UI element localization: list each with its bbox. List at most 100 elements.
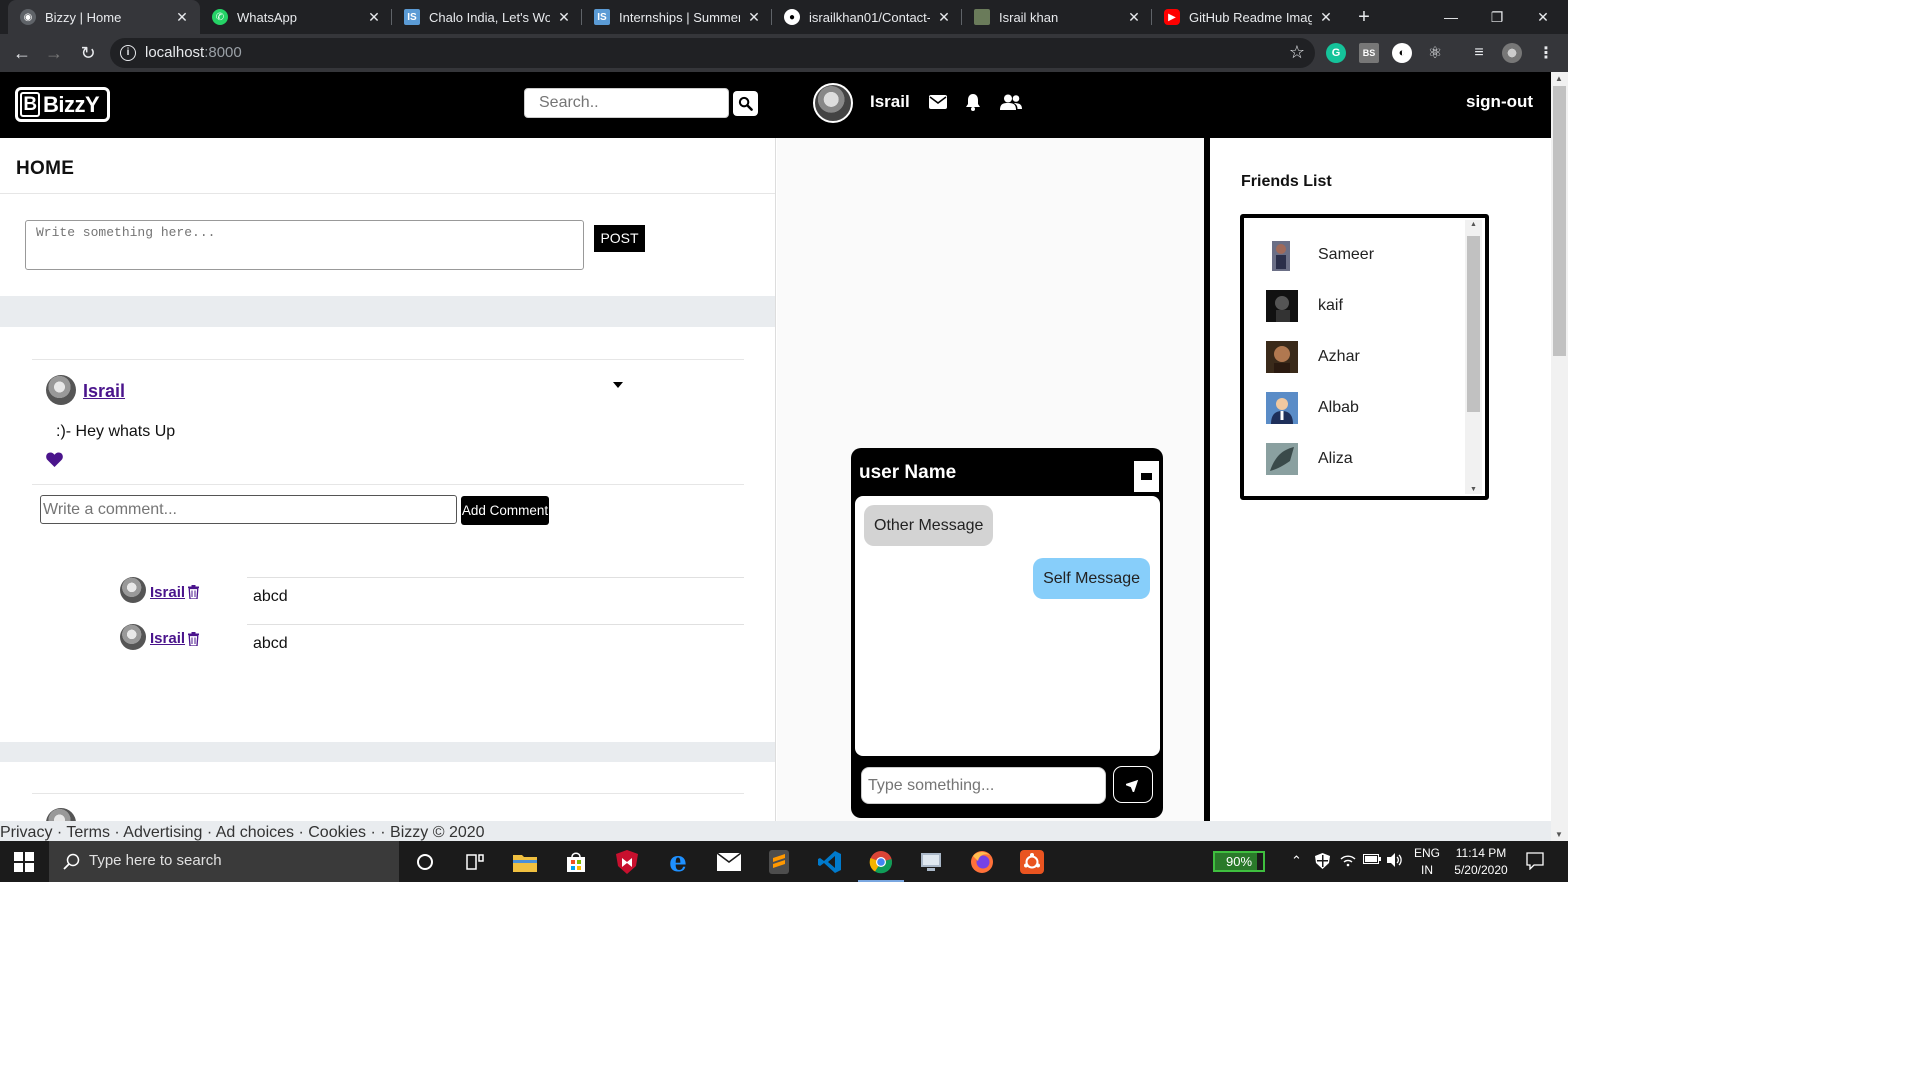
battery-indicator[interactable]: 90% — [1213, 851, 1265, 872]
chrome-icon[interactable] — [858, 847, 904, 882]
comment-input[interactable] — [40, 495, 457, 524]
send-button[interactable] — [1113, 766, 1153, 803]
notifications-button[interactable] — [961, 90, 985, 114]
battery-icon[interactable] — [1363, 853, 1381, 868]
react-devtools-icon[interactable]: ⚛ — [1425, 43, 1445, 63]
tab-israil-khan[interactable]: Israil khan ✕ — [962, 0, 1152, 34]
post-author-link[interactable]: Israil — [83, 381, 125, 402]
friend-item[interactable]: kaif — [1266, 290, 1343, 322]
menu-icon[interactable]: ⋮ — [1536, 43, 1556, 63]
bookmark-star-icon[interactable]: ☆ — [1289, 42, 1305, 63]
microsoft-store-icon[interactable] — [561, 847, 591, 877]
messages-button[interactable] — [926, 90, 950, 114]
comment-author-avatar[interactable] — [120, 624, 146, 650]
comment-author-link[interactable]: Israil — [150, 630, 185, 647]
friend-item[interactable]: Sameer — [1266, 239, 1374, 271]
trash-icon[interactable] — [188, 585, 199, 599]
chat-minimize-button[interactable] — [1133, 460, 1160, 493]
tab-internships[interactable]: IS Internships | Summer In ✕ — [582, 0, 772, 34]
firefox-icon[interactable] — [967, 847, 997, 877]
close-icon[interactable]: ✕ — [1318, 9, 1334, 26]
notification-center-icon[interactable] — [1526, 852, 1544, 870]
comment-author-link[interactable]: Israil — [150, 584, 185, 601]
user-avatar[interactable] — [813, 83, 853, 123]
chat-input[interactable] — [861, 767, 1106, 804]
new-tab-button[interactable]: + — [1352, 5, 1376, 29]
post-button[interactable]: POST — [594, 225, 645, 252]
close-icon[interactable]: ✕ — [556, 9, 572, 26]
nav-user-name[interactable]: Israil — [870, 92, 910, 112]
mcafee-icon[interactable] — [612, 847, 642, 877]
post-author-avatar[interactable] — [46, 808, 76, 821]
site-footer[interactable]: Privacy · Terms · Advertising · Ad choic… — [0, 821, 1551, 841]
close-icon[interactable]: ✕ — [936, 9, 952, 26]
friend-item[interactable]: Aliza — [1266, 443, 1353, 475]
scroll-down-icon[interactable]: ▼ — [1555, 830, 1563, 839]
friend-avatar — [1266, 443, 1298, 475]
friend-avatar — [1266, 290, 1298, 322]
sublime-text-icon[interactable] — [764, 847, 794, 877]
volume-icon[interactable] — [1387, 853, 1403, 870]
like-button[interactable] — [46, 452, 63, 472]
scroll-up-icon[interactable]: ▲ — [1555, 74, 1563, 83]
close-icon[interactable]: ✕ — [174, 9, 190, 26]
media-control-icon[interactable]: ≡ — [1469, 43, 1489, 63]
page-scrollbar[interactable]: ▲ ▼ — [1551, 72, 1568, 841]
scroll-up-icon[interactable]: ▲ — [1470, 221, 1477, 228]
scroll-down-icon[interactable]: ▼ — [1470, 486, 1477, 493]
envelope-icon — [929, 95, 947, 109]
info-icon[interactable]: i — [120, 45, 136, 61]
friends-button[interactable] — [999, 90, 1023, 114]
tab-github-contact[interactable]: ● israilkhan01/Contact-A ✕ — [772, 0, 962, 34]
friend-item[interactable]: Azhar — [1266, 341, 1360, 373]
network-app-icon[interactable] — [916, 847, 946, 877]
close-icon[interactable]: ✕ — [1126, 9, 1142, 26]
scrollbar-thumb[interactable] — [1553, 86, 1566, 356]
trash-icon[interactable] — [188, 632, 199, 646]
taskbar-clock[interactable]: 11:14 PM 5/20/2020 — [1446, 845, 1516, 879]
minimize-button[interactable]: — — [1428, 0, 1474, 34]
sign-out-link[interactable]: sign-out — [1466, 92, 1533, 112]
tab-chalo-india[interactable]: IS Chalo India, Let's Work ✕ — [392, 0, 582, 34]
ubuntu-icon[interactable] — [1017, 847, 1047, 877]
post-author-avatar[interactable] — [46, 375, 76, 405]
search-button[interactable] — [733, 91, 758, 116]
address-bar[interactable]: i localhost:8000 ☆ — [110, 38, 1315, 68]
edge-icon[interactable]: e — [663, 847, 693, 877]
windows-taskbar: Type here to search e 90% ⌃ ENG IN 11:14 … — [0, 841, 1568, 882]
new-post-textarea[interactable] — [25, 220, 584, 270]
tab-whatsapp[interactable]: ✆ WhatsApp ✕ — [200, 0, 392, 34]
chevron-up-icon[interactable]: ⌃ — [1291, 853, 1302, 869]
grammarly-icon[interactable]: G — [1326, 43, 1346, 63]
comment-author-avatar[interactable] — [120, 577, 146, 603]
back-button[interactable]: ← — [10, 41, 34, 65]
restore-button[interactable]: ❐ — [1474, 0, 1520, 34]
vscode-icon[interactable] — [815, 847, 845, 877]
search-input[interactable] — [524, 88, 729, 118]
scrollbar-thumb[interactable] — [1467, 236, 1480, 412]
window-close-button[interactable]: ✕ — [1520, 0, 1566, 34]
add-comment-button[interactable]: Add Comment — [461, 496, 549, 525]
close-icon[interactable]: ✕ — [366, 9, 382, 26]
cortana-icon[interactable] — [410, 847, 440, 877]
close-icon[interactable]: ✕ — [746, 9, 762, 26]
profile-avatar[interactable] — [1502, 43, 1522, 63]
friend-item[interactable]: Albab — [1266, 392, 1359, 424]
extension-icon[interactable]: BS — [1359, 43, 1379, 63]
friends-scrollbar[interactable]: ▲ ▼ — [1465, 220, 1482, 494]
tab-bizzy-home[interactable]: ◉ Bizzy | Home ✕ — [8, 0, 200, 34]
forward-button[interactable]: → — [42, 41, 66, 65]
taskbar-search[interactable]: Type here to search — [49, 841, 399, 882]
mail-icon[interactable] — [714, 847, 744, 877]
post-options-chevron-down-icon[interactable] — [613, 382, 623, 388]
input-language[interactable]: ENG IN — [1412, 845, 1442, 879]
bizzy-logo[interactable]: B BizzY — [15, 87, 110, 122]
extension-icon[interactable]: ◐ — [1392, 43, 1412, 63]
reload-button[interactable]: ↻ — [76, 41, 100, 65]
file-explorer-icon[interactable] — [510, 847, 540, 877]
defender-shield-icon[interactable] — [1315, 853, 1330, 872]
windows-start-icon[interactable] — [14, 852, 34, 872]
task-view-icon[interactable] — [460, 847, 490, 877]
wifi-icon[interactable] — [1340, 853, 1356, 870]
tab-github-readme[interactable]: ▶ GitHub Readme Image ✕ — [1152, 0, 1344, 34]
